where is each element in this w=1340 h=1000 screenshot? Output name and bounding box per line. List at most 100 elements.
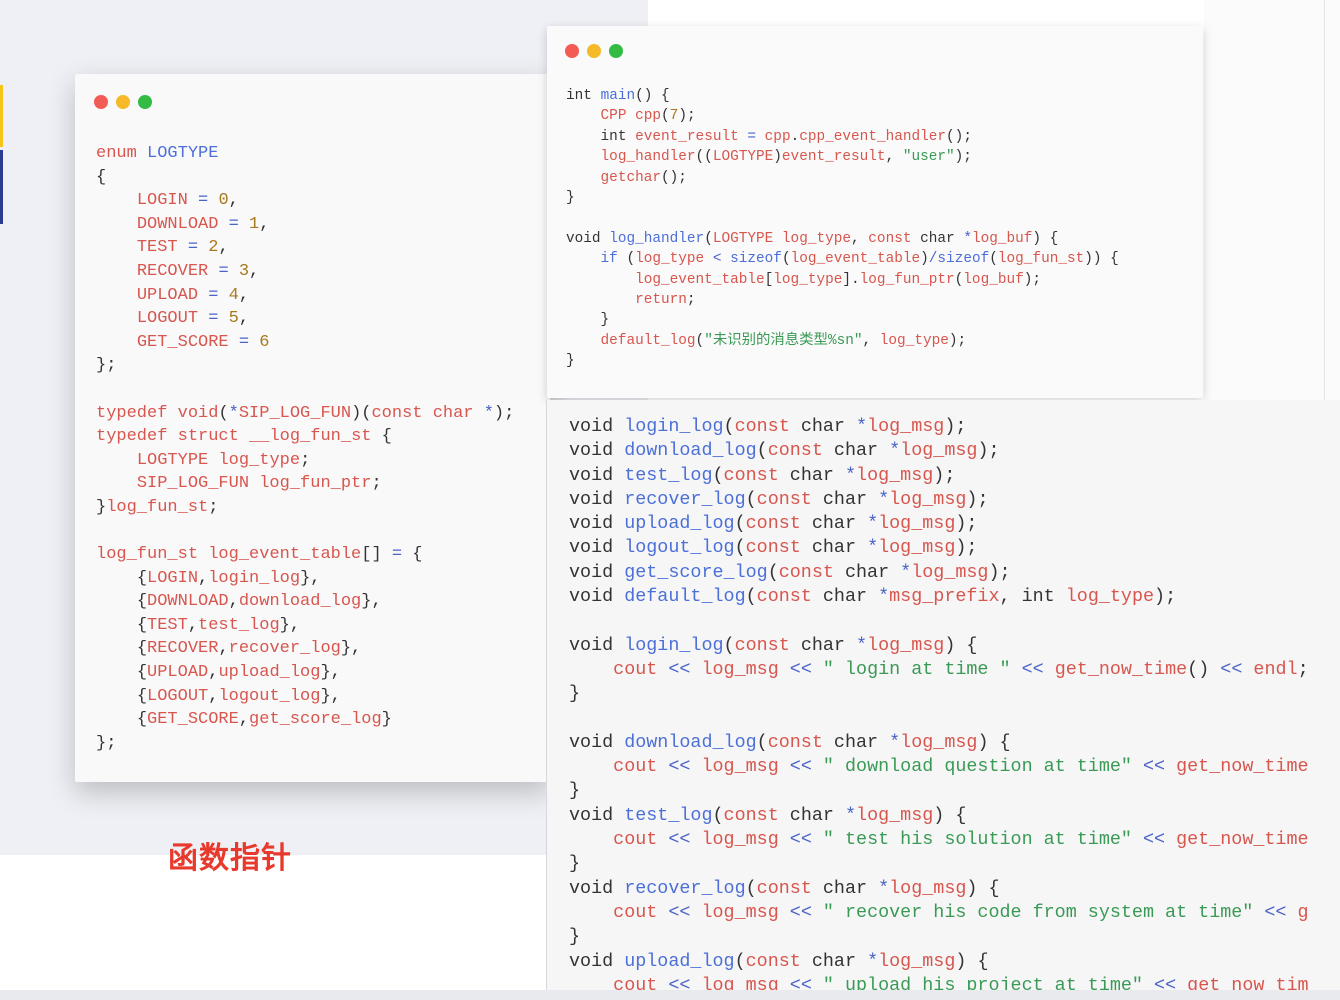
code-line: DOWNLOAD = 1,	[96, 214, 270, 234]
code-token: ) {	[966, 877, 1000, 899]
code-token: ,	[999, 586, 1022, 608]
code-token: <<	[668, 658, 691, 680]
code-token: sizeof	[937, 251, 990, 268]
code-token: LOGOUT	[136, 309, 199, 329]
code-token: log_msg	[878, 513, 956, 535]
code-line: }	[569, 926, 580, 947]
code-line: }	[569, 780, 580, 801]
zoom-dot-icon[interactable]	[138, 95, 152, 109]
code-token: log_type	[781, 230, 852, 247]
code-token: " upload his project at time"	[822, 974, 1143, 990]
code-line: void upload_log(const char *log_msg);	[569, 513, 977, 534]
code-token: );	[944, 416, 967, 437]
code-token: log_event_table	[635, 271, 765, 288]
code-token: (	[756, 731, 768, 753]
code-line: RECOVER = 3,	[96, 262, 259, 281]
code-token: log_handler	[600, 149, 696, 166]
code-block-log-functions: void login_log(const char *log_msg); voi…	[569, 415, 1309, 990]
code-token: );	[1154, 586, 1177, 608]
code-token: },	[340, 639, 362, 659]
code-line: int event_result = cpp.cpp_event_handler…	[566, 129, 972, 145]
code-token: CPP	[600, 108, 627, 125]
code-token: ()	[1187, 658, 1210, 680]
code-token: log_type	[218, 450, 301, 470]
code-token: char	[811, 950, 857, 972]
code-token: ) {	[933, 804, 967, 826]
code-line: }	[566, 190, 575, 206]
code-token: const	[756, 586, 812, 608]
code-line: default_log("未识别的消息类型%sn", log_type);	[566, 333, 967, 349]
code-line: };	[96, 734, 116, 753]
code-token: <<	[668, 756, 691, 778]
minimize-dot-icon[interactable]	[587, 44, 601, 58]
code-token: cout	[613, 974, 658, 990]
zoom-dot-icon[interactable]	[609, 44, 623, 58]
code-token: const	[767, 440, 823, 462]
close-dot-icon[interactable]	[565, 44, 579, 58]
code-line: cout << log_msg << " recover his code fr…	[569, 902, 1308, 923]
window-controls	[565, 44, 623, 58]
minimize-dot-icon[interactable]	[116, 95, 130, 109]
code-token: recover_log	[624, 488, 746, 510]
code-token: <<	[668, 974, 691, 990]
code-token: const	[734, 416, 790, 437]
code-token: =	[198, 191, 209, 211]
code-token: );	[966, 488, 989, 510]
code-token: ,	[238, 285, 250, 305]
code-token: TEST	[136, 238, 178, 258]
code-token: const	[756, 488, 812, 510]
code-line: {TEST,test_log},	[96, 616, 300, 635]
code-token: }	[566, 353, 575, 370]
code-token: LOGTYPE	[712, 149, 774, 166]
code-token: const	[745, 950, 801, 972]
background-strip-right	[1204, 0, 1340, 400]
code-token: logout_log	[218, 686, 321, 706]
code-token: const	[745, 537, 801, 559]
close-dot-icon[interactable]	[94, 95, 108, 109]
code-token: =	[208, 309, 219, 329]
code-line: LOGOUT = 5,	[96, 309, 249, 328]
code-token: cout	[613, 829, 658, 851]
code-token: (	[712, 464, 724, 486]
code-token: int	[600, 128, 627, 145]
code-token: " download question at time"	[822, 756, 1132, 778]
code-token: log_handler	[609, 230, 705, 247]
code-token: log_msg	[911, 561, 989, 583]
code-line: {LOGIN,login_log},	[96, 569, 321, 588]
code-token: get_now_time	[1054, 658, 1188, 680]
code-token: "user"	[902, 149, 955, 166]
code-token: =	[187, 238, 199, 258]
code-token: enum	[96, 144, 137, 163]
code-line: void download_log(const char *log_msg) {	[569, 732, 1011, 753]
code-token: log_event_table	[208, 545, 362, 565]
code-token: (	[989, 251, 998, 268]
code-token: *	[878, 586, 890, 608]
code-token: <<	[1154, 974, 1177, 990]
code-token: *	[483, 403, 494, 423]
code-token: 1	[249, 214, 260, 234]
code-token: char	[822, 877, 868, 899]
code-token: =	[208, 285, 219, 305]
edge-accent-blue	[0, 150, 3, 224]
code-token: );	[954, 149, 972, 166]
code-token: log_msg	[701, 658, 779, 680]
